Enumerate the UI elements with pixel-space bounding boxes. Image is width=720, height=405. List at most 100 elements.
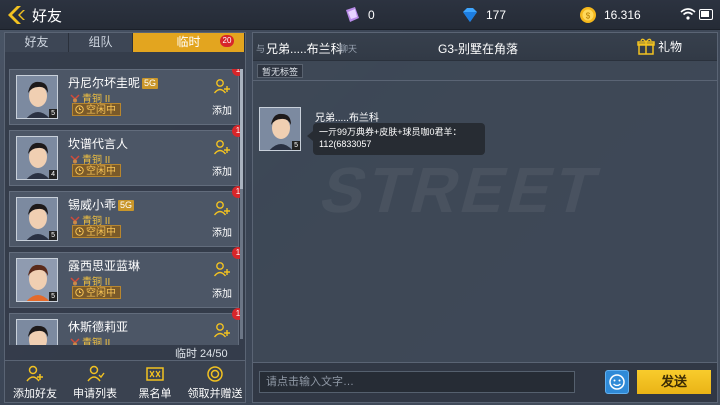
rank-medal-icon <box>70 216 80 225</box>
request-list-icon <box>87 365 105 382</box>
friend-row[interactable]: 4 坎谱代言人 青铜 II 空闲中 添加 1 <box>9 125 243 186</box>
tab-badge: 20 <box>220 35 234 47</box>
gift-button[interactable]: 礼物 <box>637 37 682 55</box>
back-button[interactable] <box>4 3 28 27</box>
player-portrait-icon <box>17 320 57 345</box>
message-line: 112(6833057 <box>319 139 372 149</box>
gem-card-resource[interactable]: 0 <box>342 6 375 24</box>
friend-name: 露西思亚蓝琳 <box>68 259 141 273</box>
friend-panel: 好友 组队 临时 20 5 丹尼尔坏圭呢 5G 青铜 II 空闲中 添加 1 4… <box>4 32 246 403</box>
list-scrollbar[interactable] <box>240 69 243 339</box>
rank-medal-icon <box>70 94 80 103</box>
friend-status-label: 空闲中 <box>86 288 116 299</box>
friend-avatar[interactable]: 5 <box>16 75 58 119</box>
friend-name-line: 丹尼尔坏圭呢 5G <box>68 74 159 91</box>
request-list-action[interactable]: 申请列表 <box>65 361 125 402</box>
friend-status-label: 空闲中 <box>86 105 116 116</box>
clock-icon <box>75 227 84 236</box>
message-line: 一亓99万典券+皮肤+球员咖0君羊： <box>319 127 462 137</box>
add-friend-label: 添加 <box>212 289 232 300</box>
tab-team[interactable]: 组队 <box>69 33 133 52</box>
friend-level: 5 <box>49 292 57 301</box>
add-friend-button[interactable]: 添加 <box>208 200 236 239</box>
clock-icon <box>75 105 84 114</box>
friend-name: 坎谱代言人 <box>68 137 129 151</box>
friend-tabs: 好友 组队 临时 20 <box>5 33 245 52</box>
chat-panel: STREET 与 兄弟.....布兰科 聊天 G3-别墅在角落 礼物 暂无标签 … <box>252 32 718 403</box>
friend-status-label: 空闲中 <box>86 227 116 238</box>
friend-name: 休斯德莉亚 <box>68 320 129 334</box>
gold-coin-resource[interactable]: $ 16.316 <box>578 6 641 24</box>
add-friend-action-label: 添加好友 <box>13 388 57 400</box>
rank-medal-icon <box>70 338 80 345</box>
chat-input[interactable] <box>259 371 575 393</box>
send-button[interactable]: 发送 <box>637 370 711 394</box>
diamond-value: 177 <box>486 8 507 22</box>
friend-list[interactable]: 5 丹尼尔坏圭呢 5G 青铜 II 空闲中 添加 1 4 坎谱代言人 青铜 II… <box>9 69 243 345</box>
friend-row[interactable]: 5 露西思亚蓝琳 青铜 II 空闲中 添加 1 <box>9 247 243 308</box>
add-friend-button[interactable]: 添加 <box>208 261 236 300</box>
gift-receive-icon <box>207 366 223 382</box>
friend-avatar[interactable]: 4 <box>16 136 58 180</box>
street-watermark: STREET <box>313 154 610 226</box>
friend-level: 5 <box>49 109 57 118</box>
blacklist-icon <box>146 367 164 381</box>
friend-rank: 青铜 II <box>70 334 110 345</box>
chat-header: 与 兄弟.....布兰科 聊天 G3-别墅在角落 礼物 <box>253 33 717 61</box>
wifi-icon <box>680 8 696 20</box>
message-avatar[interactable]: 5 <box>259 107 301 151</box>
add-friend-action[interactable]: 添加好友 <box>5 361 65 402</box>
request-list-action-label: 申请列表 <box>73 388 117 400</box>
chat-partner-name: 兄弟.....布兰科 <box>266 42 343 56</box>
network-tag: 5G <box>142 78 159 89</box>
bottom-actions: 添加好友 申请列表 黑名单 领取并赠送 <box>5 360 245 402</box>
gift-receive-action[interactable]: 领取并赠送 <box>185 361 245 402</box>
add-friend-button[interactable]: 添加 <box>208 139 236 178</box>
message-bubble[interactable]: 一亓99万典券+皮肤+球员咖0君羊： 112(6833057 <box>307 123 485 155</box>
gem-card-value: 0 <box>368 8 375 22</box>
tab-temporary-label: 临时 <box>176 35 201 49</box>
gift-receive-action-label: 领取并赠送 <box>187 388 243 400</box>
clock-icon <box>75 166 84 175</box>
tab-temporary[interactable]: 临时 20 <box>133 33 245 52</box>
friend-name: 锡威小乖 <box>68 198 117 212</box>
friend-name-line: 休斯德莉亚 <box>68 318 128 335</box>
blacklist-action-label: 黑名单 <box>138 388 172 400</box>
add-friend-label: 添加 <box>212 106 232 117</box>
add-friend-label: 添加 <box>212 167 232 178</box>
rank-medal-icon <box>70 277 80 286</box>
friend-avatar[interactable]: 5 <box>16 197 58 241</box>
chat-input-bar: 发送 <box>253 362 717 402</box>
friend-avatar[interactable]: 5 <box>16 258 58 302</box>
add-friend-label: 添加 <box>212 228 232 239</box>
friend-row[interactable]: 5 锡威小乖 5G 青铜 II 空闲中 添加 1 <box>9 186 243 247</box>
friend-status: 空闲中 <box>72 103 121 116</box>
friend-status-label: 空闲中 <box>86 166 116 177</box>
clock-icon <box>75 288 84 297</box>
add-friend-icon <box>213 79 230 94</box>
emoji-button[interactable] <box>605 370 629 394</box>
friend-row[interactable]: 5 休斯德莉亚 青铜 II 空闲中 添加 <box>9 308 243 345</box>
tab-friends[interactable]: 好友 <box>5 33 69 52</box>
add-friend-icon <box>213 262 230 277</box>
friend-level: 5 <box>49 231 57 240</box>
battery-icon <box>699 9 713 20</box>
gift-icon <box>637 38 655 55</box>
scroll-thumb[interactable] <box>240 69 243 189</box>
tag-chip[interactable]: 暂无标签 <box>257 64 304 78</box>
rank-medal-icon <box>70 155 80 164</box>
gem-card-icon <box>346 7 359 22</box>
chat-prefix: 与 <box>256 44 266 54</box>
add-friend-button[interactable]: 添加 <box>208 322 236 345</box>
friend-name-line: 坎谱代言人 <box>68 135 128 152</box>
message-sender: 兄弟.....布兰科 <box>315 113 379 124</box>
blacklist-action[interactable]: 黑名单 <box>125 361 185 402</box>
add-friend-icon <box>213 323 230 338</box>
diamond-resource[interactable]: 177 <box>460 6 506 24</box>
chat-team-name: G3-别墅在角落 <box>438 42 519 56</box>
friend-row[interactable]: 5 丹尼尔坏圭呢 5G 青铜 II 空闲中 添加 1 <box>9 69 243 125</box>
friend-avatar[interactable]: 5 <box>16 319 58 345</box>
diamond-icon <box>463 8 477 22</box>
friend-status: 空闲中 <box>72 286 121 299</box>
add-friend-button[interactable]: 添加 <box>208 78 236 117</box>
